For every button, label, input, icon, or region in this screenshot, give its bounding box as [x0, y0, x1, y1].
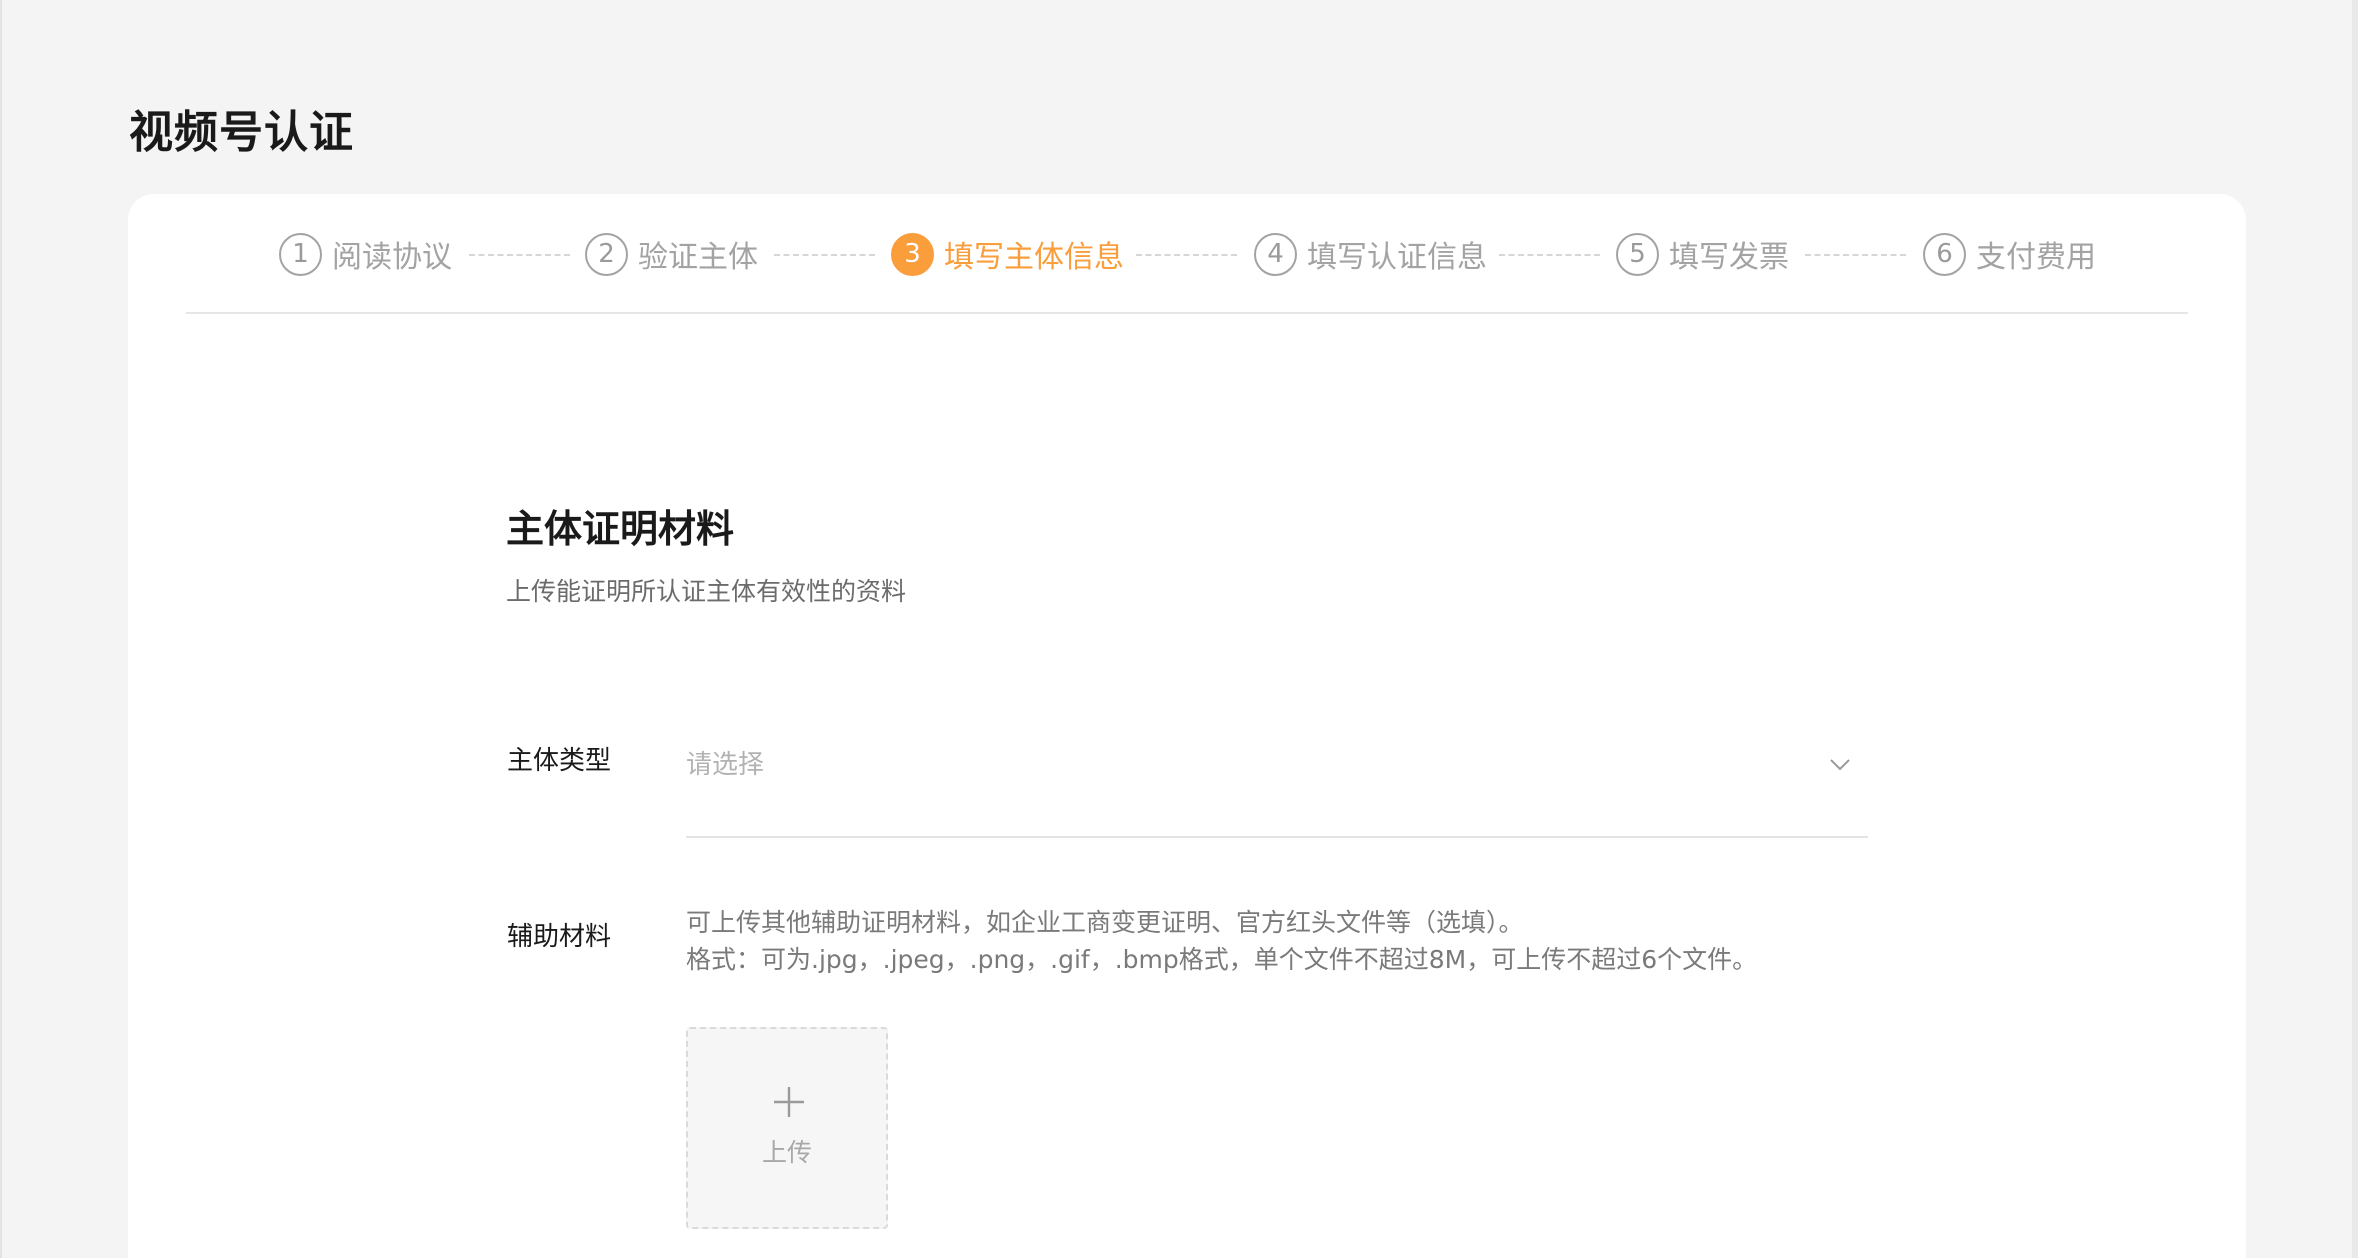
step-1: 1 阅读协议 — [279, 232, 452, 276]
step-connector — [1499, 254, 1600, 256]
step-connector — [774, 254, 875, 256]
aux-hint-line-1: 可上传其他辅助证明材料，如企业工商变更证明、官方红头文件等（选填）。 — [686, 908, 1524, 937]
aux-material-hint: 可上传其他辅助证明材料，如企业工商变更证明、官方红头文件等（选填）。 格式：可为… — [686, 904, 1757, 978]
chevron-down-icon — [1830, 759, 1850, 771]
content-card: 1 阅读协议 2 验证主体 3 填写主体信息 4 填写认证信息 5 填写发票 6… — [128, 194, 2246, 1258]
step-connector — [1805, 254, 1906, 256]
step-label: 支付费用 — [1976, 240, 2096, 275]
page-title: 视频号认证 — [129, 107, 354, 158]
section-description: 上传能证明所认证主体有效性的资料 — [506, 577, 907, 606]
step-label: 阅读协议 — [332, 240, 452, 275]
step-label: 填写认证信息 — [1307, 240, 1487, 275]
step-4: 4 填写认证信息 — [1254, 232, 1487, 276]
step-number: 3 — [891, 232, 934, 276]
step-number: 6 — [1923, 232, 1966, 276]
aux-hint-line-2: 格式：可为.jpg，.jpeg，.png，.gif，.bmp格式，单个文件不超过… — [686, 945, 1758, 974]
step-2: 2 验证主体 — [585, 232, 758, 276]
entity-type-select[interactable]: 请选择 — [686, 724, 1868, 838]
step-connector — [1136, 254, 1237, 256]
step-connector — [469, 254, 570, 256]
step-label: 验证主体 — [638, 240, 758, 275]
plus-icon — [774, 1087, 804, 1117]
scrollbar-track[interactable] — [2352, 0, 2358, 1258]
step-indicator: 1 阅读协议 2 验证主体 3 填写主体信息 4 填写认证信息 5 填写发票 6… — [128, 194, 2246, 312]
section-title: 主体证明材料 — [506, 507, 735, 551]
entity-type-placeholder: 请选择 — [686, 750, 765, 780]
step-label: 填写发票 — [1669, 240, 1789, 275]
step-number: 2 — [585, 232, 628, 276]
step-number: 4 — [1254, 232, 1297, 276]
page: 视频号认证 1 阅读协议 2 验证主体 3 填写主体信息 4 填写认证信息 5 … — [0, 0, 2358, 1258]
steps-divider — [186, 312, 2188, 314]
step-number: 1 — [279, 232, 322, 276]
step-3: 3 填写主体信息 — [891, 232, 1124, 276]
upload-label: 上传 — [761, 1138, 812, 1167]
aux-material-label: 辅助材料 — [507, 922, 612, 952]
step-5: 5 填写发票 — [1616, 232, 1789, 276]
step-label: 填写主体信息 — [944, 240, 1124, 275]
step-6: 6 支付费用 — [1923, 232, 2096, 276]
window-edge — [0, 0, 2, 1258]
step-number: 5 — [1616, 232, 1659, 276]
upload-button[interactable]: 上传 — [686, 1027, 888, 1229]
entity-type-label: 主体类型 — [507, 746, 612, 776]
